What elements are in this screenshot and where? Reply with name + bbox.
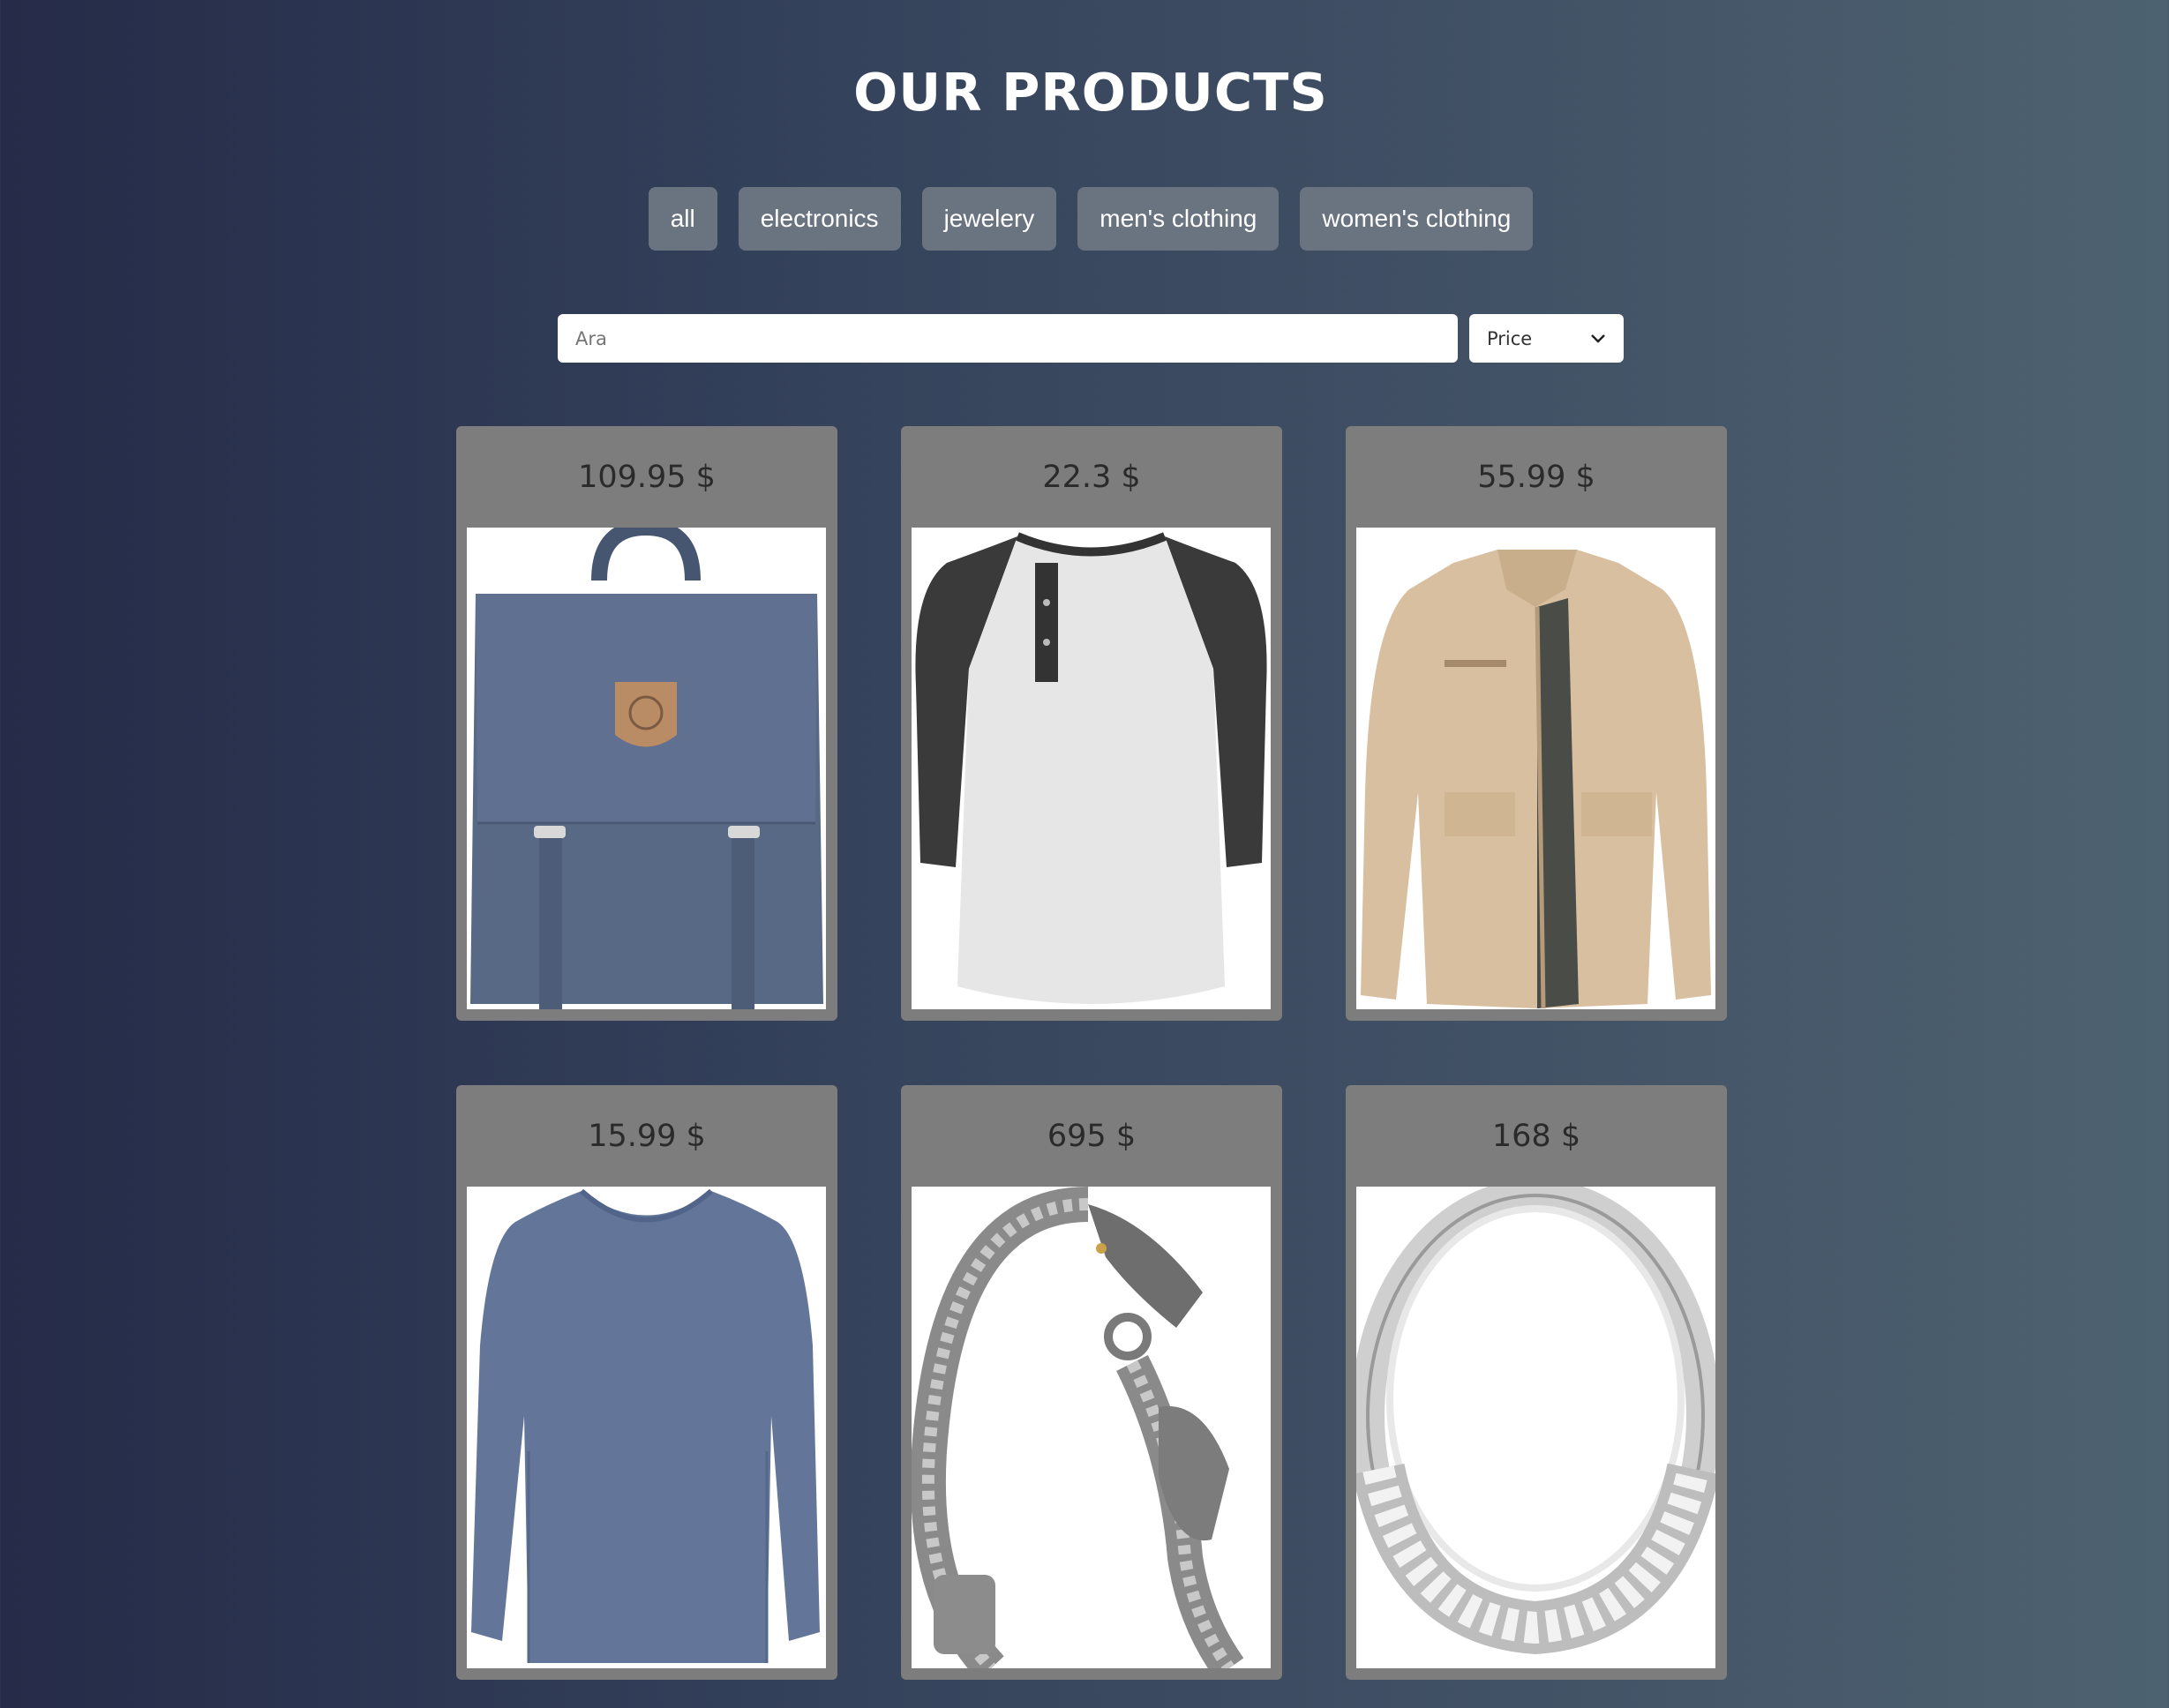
- page-title: OUR PRODUCTS: [853, 62, 1328, 123]
- product-card[interactable]: 695 $: [901, 1085, 1282, 1680]
- price-sort-select[interactable]: Price: [1469, 314, 1624, 363]
- product-card[interactable]: 55.99 $: [1346, 426, 1727, 1021]
- filter-womens-clothing-button[interactable]: women's clothing: [1300, 187, 1534, 251]
- longsleeve-tshirt-icon: [471, 1188, 820, 1663]
- chevron-down-icon: [1591, 333, 1605, 343]
- product-card[interactable]: 15.99 $: [456, 1085, 837, 1680]
- product-price: 168 $: [1491, 1118, 1581, 1154]
- product-card[interactable]: 109.95 $: [456, 426, 837, 1021]
- product-image: [467, 528, 826, 1009]
- product-card[interactable]: 168 $: [1346, 1085, 1727, 1680]
- product-price: 55.99 $: [1477, 459, 1595, 495]
- product-image: [1356, 1187, 1715, 1668]
- tshirt-icon: [915, 532, 1267, 1004]
- filter-electronics-button[interactable]: electronics: [738, 187, 901, 251]
- product-price: 15.99 $: [588, 1118, 706, 1154]
- category-filters: all electronics jewelery men's clothing …: [0, 187, 2169, 251]
- backpack-icon: [470, 528, 823, 1009]
- filter-mens-clothing-button[interactable]: men's clothing: [1077, 187, 1280, 251]
- product-price: 695 $: [1047, 1118, 1137, 1154]
- product-image: [467, 1187, 826, 1668]
- product-image: [912, 1187, 1271, 1668]
- product-price: 109.95 $: [578, 459, 716, 495]
- filter-all-button[interactable]: all: [648, 187, 717, 251]
- filter-jewelery-button[interactable]: jewelery: [921, 187, 1057, 251]
- jacket-icon: [1361, 550, 1711, 1009]
- ring-icon: [1356, 1187, 1715, 1655]
- product-image: [1356, 528, 1715, 1009]
- search-row: Price: [558, 314, 1624, 363]
- sort-selected-label: Price: [1487, 327, 1533, 349]
- bracelet-icon: [912, 1187, 1244, 1668]
- product-card[interactable]: 22.3 $: [901, 426, 1282, 1021]
- search-input[interactable]: [558, 314, 1458, 363]
- product-image: [912, 528, 1271, 1009]
- product-price: 22.3 $: [1042, 459, 1141, 495]
